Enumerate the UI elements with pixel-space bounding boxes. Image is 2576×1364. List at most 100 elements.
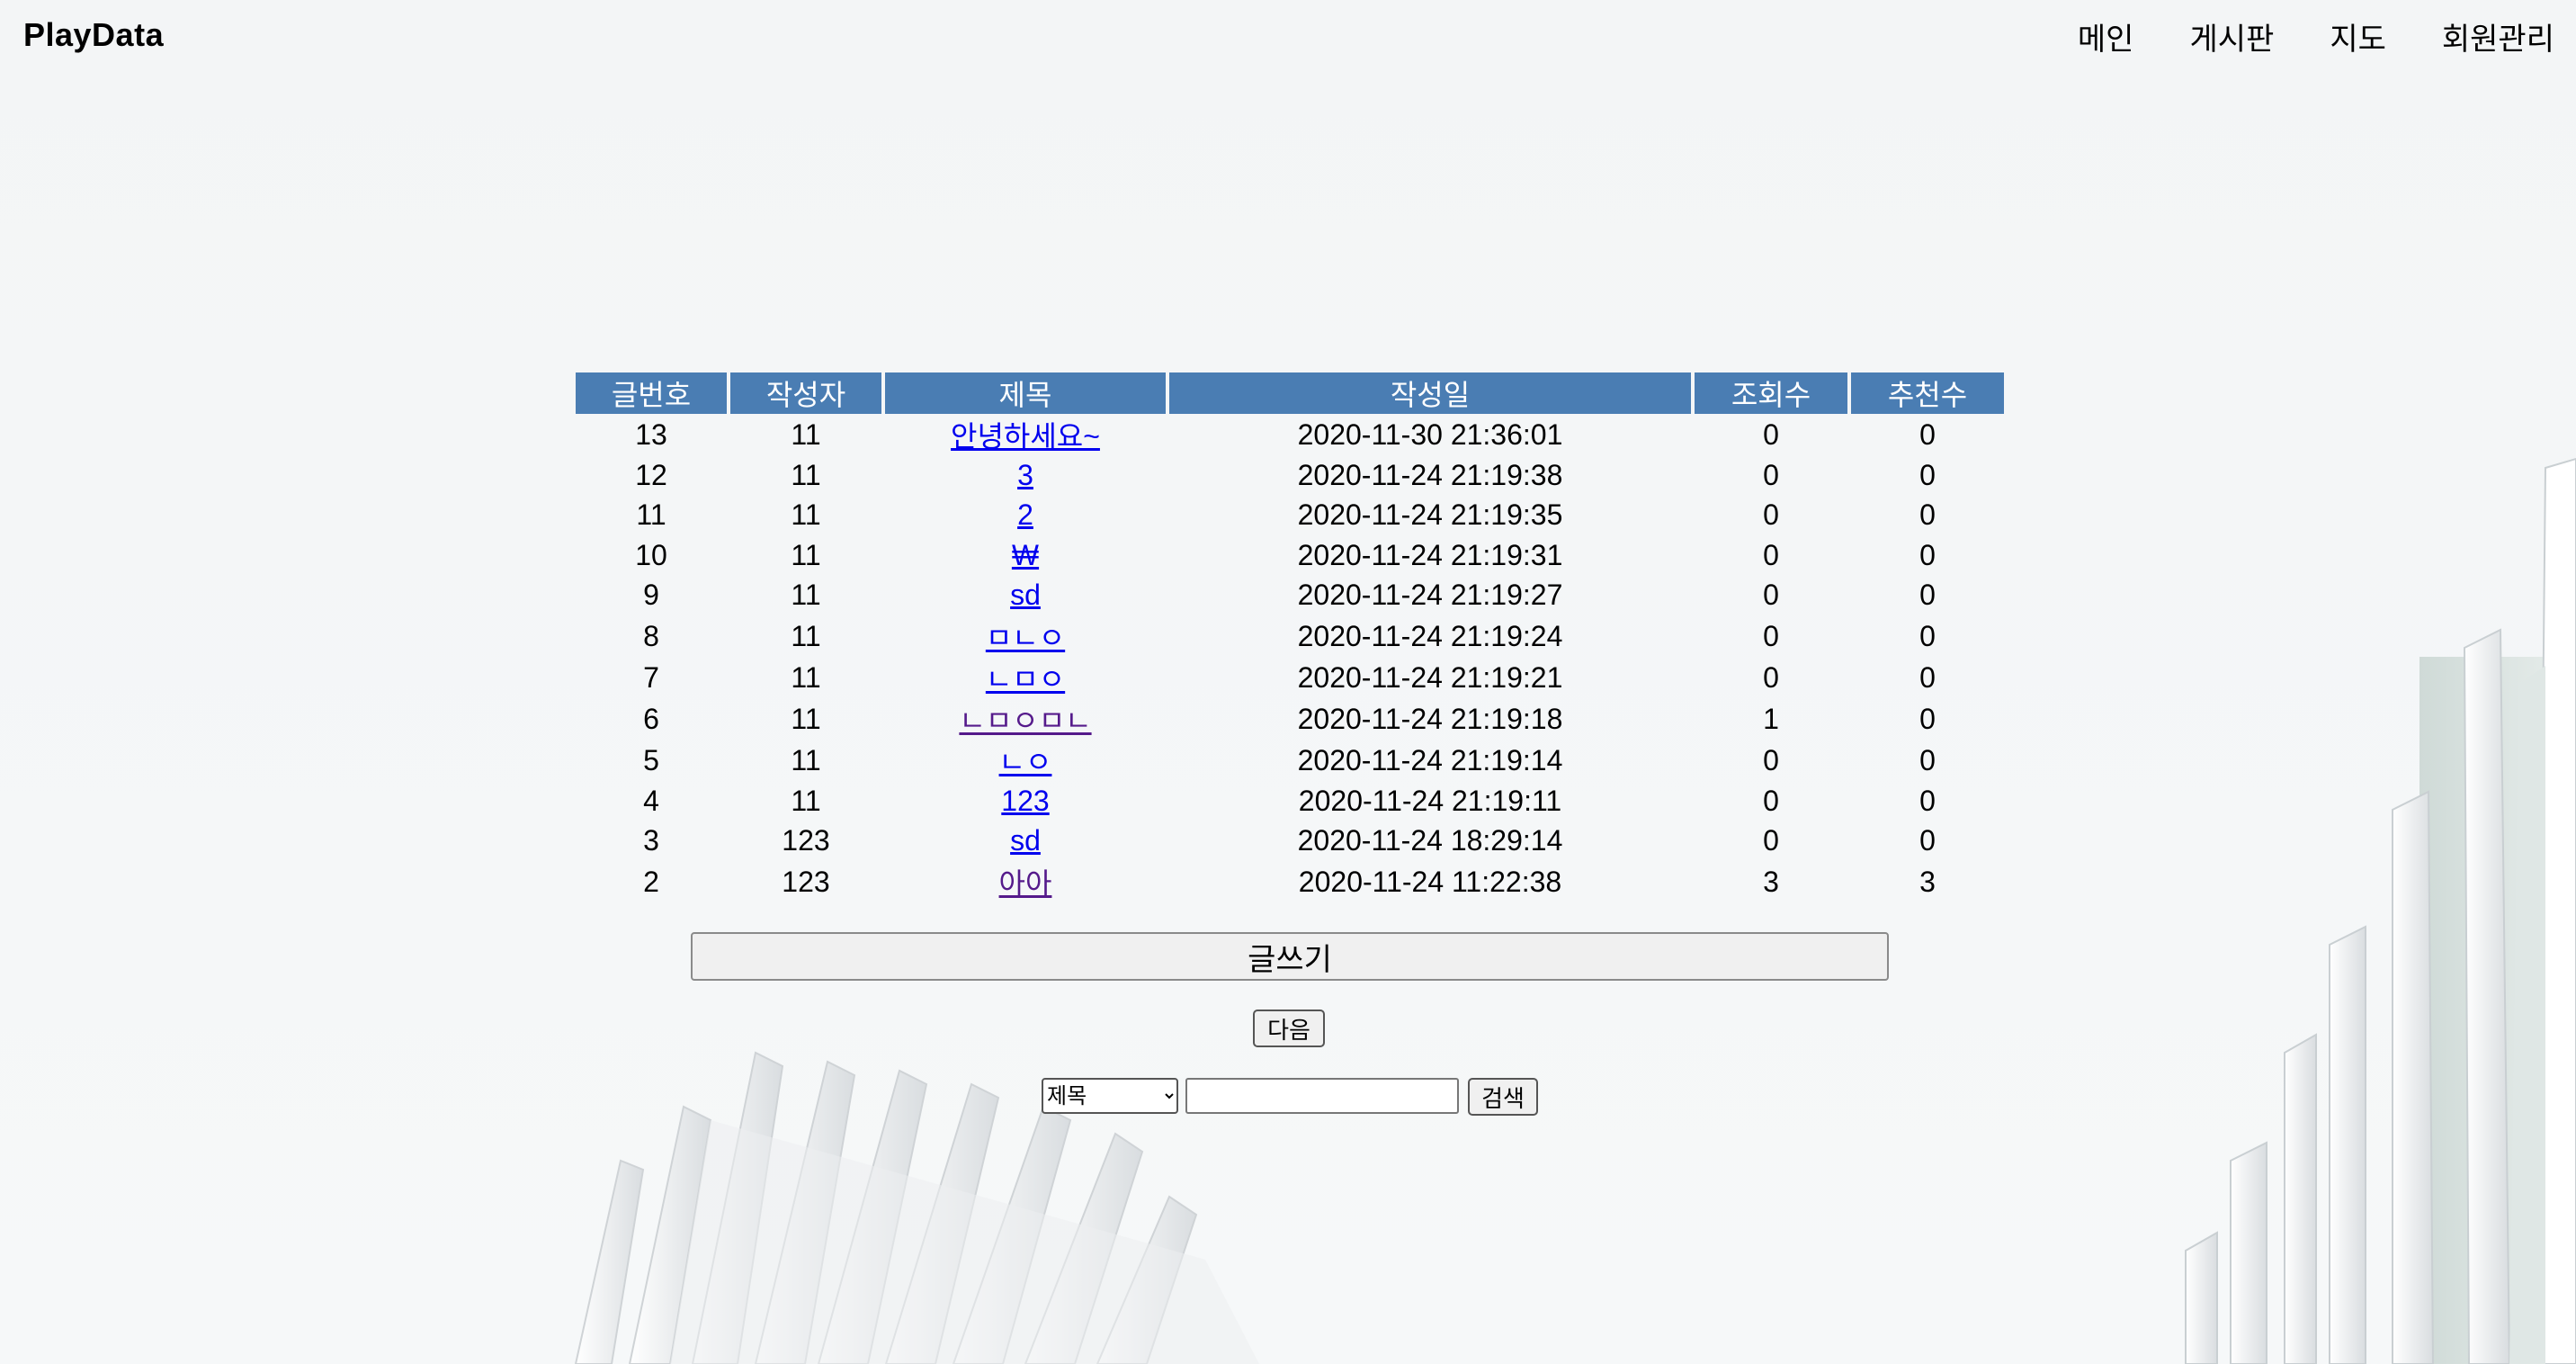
table-row: 4 11 123 2020-11-24 21:19:11 0 0	[576, 781, 2004, 821]
nav-main[interactable]: 메인	[2078, 14, 2134, 58]
table-row: 8 11 ㅁㄴㅇ 2020-11-24 21:19:24 0 0	[576, 615, 2004, 657]
cell-views: 0	[1763, 743, 1779, 776]
cell-author: 11	[791, 498, 821, 532]
cell-no: 4	[643, 784, 659, 817]
post-title-link[interactable]: ㄴㅁㅇㅁㄴ	[959, 704, 1091, 737]
cell-title: ㄴㅁㅇ	[885, 657, 1166, 698]
cell-no: 3	[643, 824, 659, 857]
cell-likes: 0	[1919, 743, 1936, 776]
col-header-no: 글번호	[576, 372, 727, 414]
cell-author: 11	[791, 660, 821, 694]
cell-date: 2020-11-24 21:19:24	[1297, 619, 1563, 652]
next-page-button[interactable]: 다음	[1253, 1010, 1325, 1047]
cell-title: ㅁㄴㅇ	[885, 615, 1166, 657]
post-title-link[interactable]: 123	[1001, 785, 1049, 817]
cell-likes: 0	[1919, 619, 1936, 652]
cell-date: 2020-11-24 21:19:27	[1297, 579, 1563, 612]
cell-no: 10	[635, 538, 667, 571]
cell-author: 11	[791, 417, 821, 451]
cell-date: 2020-11-24 21:19:38	[1297, 458, 1563, 491]
cell-title: 2	[885, 496, 1166, 536]
cell-title: 123	[885, 781, 1166, 821]
cell-author: 11	[791, 458, 821, 491]
cell-author: 11	[791, 538, 821, 571]
post-title-link[interactable]: 3	[1017, 459, 1033, 491]
table-row: 5 11 ㄴㅇ 2020-11-24 21:19:14 0 0	[576, 740, 2004, 781]
col-header-author: 작성자	[730, 372, 881, 414]
cell-likes: 0	[1919, 824, 1936, 857]
cell-views: 0	[1763, 660, 1779, 694]
cell-no: 2	[643, 865, 659, 898]
cell-likes: 0	[1919, 579, 1936, 612]
cell-likes: 0	[1919, 458, 1936, 491]
cell-no: 6	[643, 702, 659, 735]
cell-author: 123	[782, 865, 830, 898]
col-header-views: 조회수	[1695, 372, 1847, 414]
post-title-link[interactable]: 2	[1017, 498, 1033, 531]
table-row: 9 11 sd 2020-11-24 21:19:27 0 0	[576, 576, 2004, 616]
post-title-link[interactable]: 아아	[999, 867, 1052, 900]
cell-author: 11	[791, 743, 821, 776]
cell-views: 0	[1763, 619, 1779, 652]
cell-views: 0	[1763, 538, 1779, 571]
cell-views: 0	[1763, 784, 1779, 817]
cell-date: 2020-11-24 21:19:35	[1297, 498, 1563, 532]
cell-date: 2020-11-24 21:19:18	[1297, 702, 1563, 735]
nav-map[interactable]: 지도	[2330, 14, 2386, 58]
cell-title: ㄴㅇ	[885, 740, 1166, 781]
search-button[interactable]: 검색	[1468, 1078, 1538, 1116]
cell-title: ₩	[885, 535, 1166, 576]
brand-logo[interactable]: PlayData	[23, 16, 164, 54]
cell-no: 12	[635, 458, 667, 491]
cell-author: 11	[791, 619, 821, 652]
cell-title: 안녕하세요~	[885, 414, 1166, 455]
nav-members[interactable]: 회원관리	[2442, 14, 2554, 58]
cell-no: 8	[643, 619, 659, 652]
cell-date: 2020-11-24 11:22:38	[1298, 865, 1562, 898]
col-header-date: 작성일	[1169, 372, 1691, 414]
cell-views: 0	[1763, 824, 1779, 857]
cell-views: 0	[1763, 417, 1779, 451]
table-row: 11 11 2 2020-11-24 21:19:35 0 0	[576, 496, 2004, 536]
cell-author: 11	[791, 579, 821, 612]
post-title-link[interactable]: sd	[1010, 579, 1041, 611]
board-table: 글번호 작성자 제목 작성일 조회수 추천수 13 11 안녕하세요~ 2020-11…	[572, 372, 2008, 902]
cell-no: 9	[643, 579, 659, 612]
top-nav: 메인 게시판 지도 회원관리	[2078, 14, 2554, 58]
table-row: 3 123 sd 2020-11-24 18:29:14 0 0	[576, 821, 2004, 862]
cell-no: 11	[636, 498, 666, 532]
post-title-link[interactable]: sd	[1010, 824, 1041, 857]
cell-title: ㄴㅁㅇㅁㄴ	[885, 698, 1166, 740]
col-header-likes: 추천수	[1851, 372, 2004, 414]
table-row: 2 123 아아 2020-11-24 11:22:38 3 3	[576, 861, 2004, 902]
cell-likes: 0	[1919, 498, 1936, 532]
write-button[interactable]: 글쓰기	[691, 932, 1889, 981]
post-title-link[interactable]: ㄴㅁㅇ	[986, 663, 1065, 695]
search-input[interactable]	[1185, 1078, 1459, 1114]
post-title-link[interactable]: ㄴㅇ	[999, 746, 1052, 778]
cell-date: 2020-11-30 21:36:01	[1297, 417, 1563, 451]
cell-title: sd	[885, 576, 1166, 616]
nav-board[interactable]: 게시판	[2189, 14, 2274, 58]
cell-date: 2020-11-24 18:29:14	[1297, 824, 1563, 857]
cell-date: 2020-11-24 21:19:14	[1297, 743, 1563, 776]
cell-title: 3	[885, 455, 1166, 496]
cell-views: 0	[1763, 579, 1779, 612]
post-title-link[interactable]: ㅁㄴㅇ	[986, 622, 1065, 654]
cell-title: 아아	[885, 861, 1166, 902]
cell-author: 11	[791, 702, 821, 735]
cell-likes: 0	[1919, 538, 1936, 571]
cell-date: 2020-11-24 21:19:31	[1297, 538, 1563, 571]
cell-views: 0	[1763, 498, 1779, 532]
cell-title: sd	[885, 821, 1166, 862]
table-row: 7 11 ㄴㅁㅇ 2020-11-24 21:19:21 0 0	[576, 657, 2004, 698]
post-title-link[interactable]: 안녕하세요~	[951, 420, 1100, 453]
cell-likes: 3	[1919, 865, 1936, 898]
table-row: 6 11 ㄴㅁㅇㅁㄴ 2020-11-24 21:19:18 1 0	[576, 698, 2004, 740]
search-type-select[interactable]: 제목	[1042, 1078, 1178, 1114]
cell-views: 1	[1763, 702, 1779, 735]
table-body: 13 11 안녕하세요~ 2020-11-30 21:36:01 0 0 12 11 3 2020…	[576, 414, 2004, 902]
cell-no: 7	[643, 660, 659, 694]
post-title-link[interactable]: ₩	[1012, 539, 1039, 571]
cell-no: 5	[643, 743, 659, 776]
